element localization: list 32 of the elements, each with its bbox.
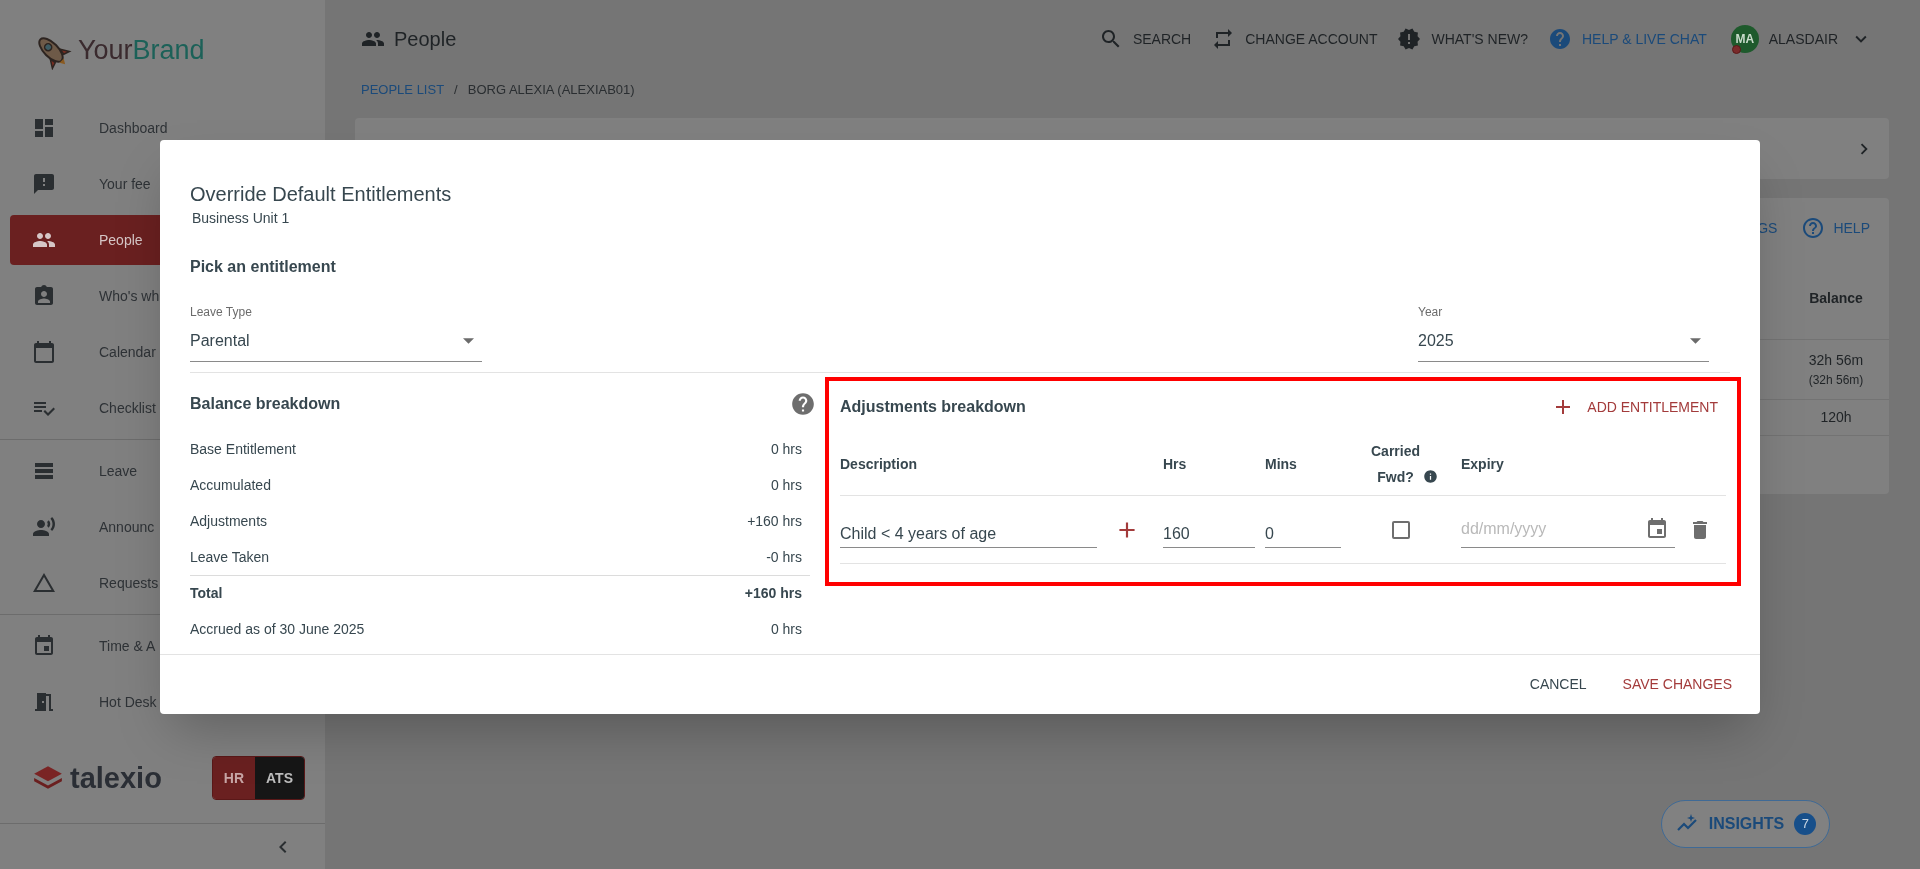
page-title: People [394,27,457,52]
column-header: Description [840,455,917,472]
dialog-subtitle: Business Unit 1 [191,209,291,228]
count-badge: 7 [1794,813,1817,835]
product-logo-text: talexio [70,763,162,793]
section-heading: Pick an entitlement [190,257,337,277]
column-header: Carried Fwd? [1370,442,1421,487]
dialog-title: Override Default Entitlements [190,182,453,207]
breadcrumb-separator: / [454,81,458,100]
breakdown-value: -0 hrs [766,547,802,567]
breakdown-label: Base Entitlement [190,439,296,459]
breakdown-label: Accumulated [190,475,271,495]
breakdown-value: +160 hrs [744,584,802,603]
table-cell-note: (32h 56m) [1808,372,1864,389]
brand-logo-text: YourBrand [78,36,205,64]
column-header: Hrs [1163,455,1187,472]
breakdown-value: 0 hrs [770,439,802,459]
breakdown-value: 0 hrs [770,475,802,495]
column-header: Balance [1808,289,1864,308]
breakdown-label: Accrued as of 30 June 2025 [190,619,365,639]
breadcrumb-current: BORG ALEXIA (ALEXIAB01) [467,81,635,100]
column-header: Mins [1265,455,1297,472]
table-cell-text: 120h [1820,408,1852,427]
breakdown-label: Adjustments [190,511,268,531]
breakdown-label: Leave Taken [190,547,270,567]
breakdown-value: 0 hrs [770,619,802,639]
section-heading: Balance breakdown [190,394,341,414]
section-heading: Adjustments breakdown [840,397,1026,417]
column-header: Expiry [1461,455,1504,472]
breakdown-value: +160 hrs [747,511,802,531]
table-cell-text: 32h 56m [1808,351,1864,370]
breakdown-label: Total [190,584,223,603]
